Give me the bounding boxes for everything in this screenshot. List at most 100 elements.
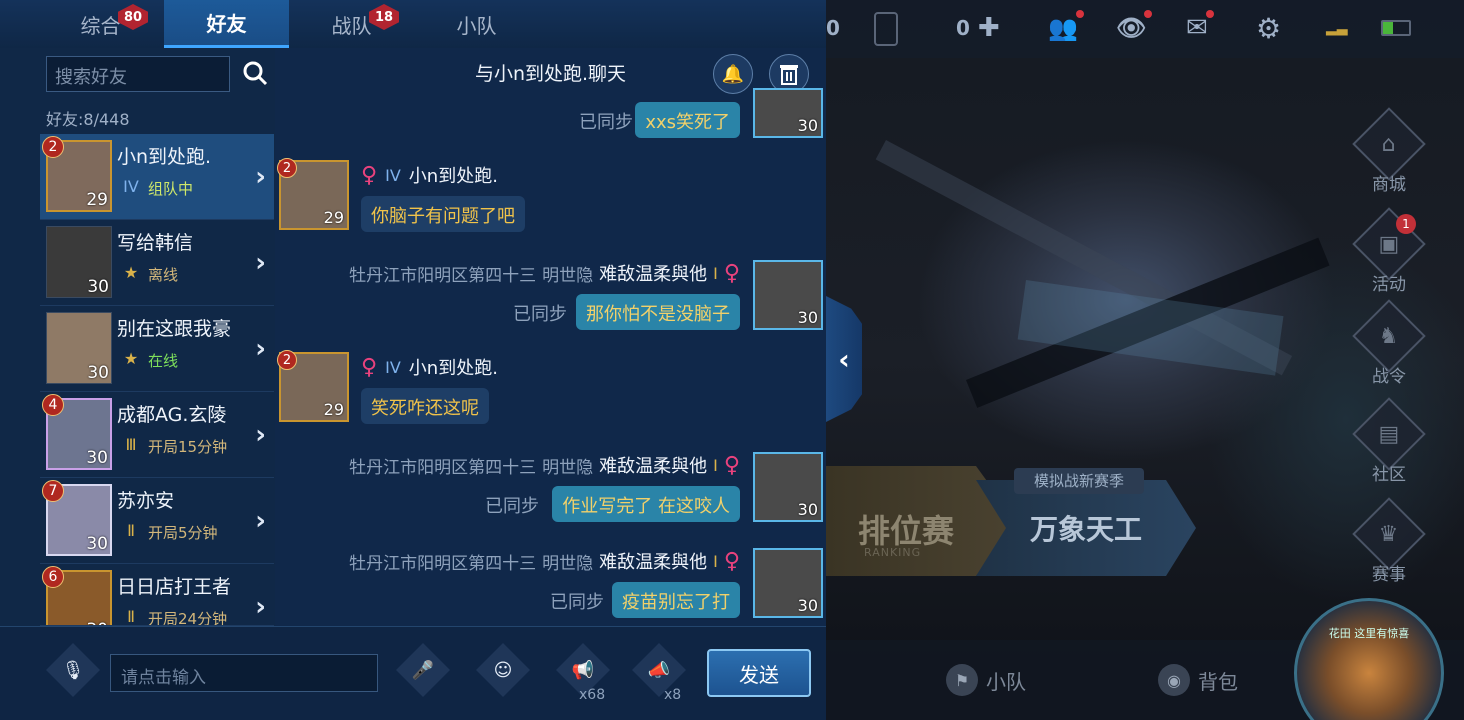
chat-input-bar: 🎙 请点击输入 🎤 ☺ 📢 x68 📣 x8 发送 bbox=[0, 626, 826, 720]
friend-item[interactable]: 30 别在这跟我豪 ★ 在线 › bbox=[40, 306, 274, 392]
voice-to-text-icon: 🎙 bbox=[61, 659, 85, 681]
side-shop-button[interactable]: ⌂ 商城 bbox=[1352, 107, 1426, 195]
trophy-icon: ♛ bbox=[1379, 521, 1399, 547]
side-tournament-button[interactable]: ♛ 赛事 bbox=[1352, 497, 1426, 585]
friend-count: 好友:8/448 bbox=[46, 110, 130, 129]
small-horn-count: x68 bbox=[579, 687, 606, 703]
chevron-right-icon[interactable]: › bbox=[255, 592, 266, 622]
flag-icon: ⚑ bbox=[946, 664, 978, 696]
tier-icon: IV bbox=[123, 176, 139, 196]
avatar: 7 30 bbox=[42, 480, 112, 556]
send-button[interactable]: 发送 bbox=[707, 649, 811, 697]
big-horn-count: x8 bbox=[664, 687, 682, 703]
search-button[interactable] bbox=[238, 56, 272, 90]
tab-bar: 综合 80 好友 战队 18 小队 bbox=[0, 0, 826, 48]
friend-list-column: 搜索好友 好友:8/448 2 29 小n到处跑. IV 组队中 › 30 写给韩… bbox=[0, 48, 275, 626]
avatar: 2 29 bbox=[277, 350, 349, 422]
avatar: 30 bbox=[753, 452, 823, 522]
chevron-right-icon[interactable]: › bbox=[255, 162, 266, 192]
coin-counter: 0 bbox=[826, 16, 840, 40]
synced-label: 已同步 bbox=[485, 496, 539, 517]
message-bubble: xxs笑死了 bbox=[635, 102, 740, 138]
gift-icon: ▣ bbox=[1378, 231, 1400, 257]
rank-star-icon: ★ bbox=[123, 348, 139, 368]
avatar: 30 bbox=[46, 226, 112, 298]
chevron-right-icon[interactable]: › bbox=[255, 248, 266, 278]
friend-item[interactable]: 7 30 苏亦安 Ⅱ 开局5分钟 › bbox=[40, 478, 274, 564]
tab-team[interactable]: 战队 18 bbox=[289, 0, 414, 48]
chevron-right-icon[interactable]: › bbox=[255, 420, 266, 450]
community-icon: ▤ bbox=[1378, 421, 1400, 447]
friend-status: 开局5分钟 bbox=[148, 524, 218, 542]
friend-item[interactable]: 630 日日店打王者 Ⅱ 开局24分钟 › bbox=[40, 564, 274, 626]
tier-icon: IV bbox=[385, 165, 401, 185]
squad-nav[interactable]: ⚑ 小队 bbox=[946, 664, 1026, 696]
female-icon: ♀ bbox=[723, 260, 740, 286]
friend-status: 组队中 bbox=[148, 180, 194, 198]
synced-label: 已同步 bbox=[513, 304, 567, 325]
friend-chat-panel: 综合 80 好友 战队 18 小队 搜索好友 好友:8/448 2 29 小n到处跑.… bbox=[0, 0, 826, 720]
new-season-tag: 模拟战新赛季 bbox=[1014, 468, 1144, 494]
friend-status: 开局24分钟 bbox=[148, 610, 228, 626]
side-activity-button[interactable]: ▣ 1 活动 bbox=[1352, 207, 1426, 295]
mute-notification-button[interactable]: 🔔 bbox=[713, 54, 753, 94]
tier-icon: Ⅲ bbox=[125, 434, 137, 454]
friend-status: 开局15分钟 bbox=[148, 438, 228, 456]
plus-icon[interactable]: ✚ bbox=[978, 13, 1000, 43]
backpack-nav[interactable]: ◉ 背包 bbox=[1158, 664, 1238, 696]
friend-item[interactable]: 4 30 成都AG.玄陵 Ⅲ 开局15分钟 › bbox=[40, 392, 274, 478]
avatar: 4 30 bbox=[42, 394, 112, 470]
female-icon: ♀ bbox=[723, 548, 740, 574]
friend-status: 离线 bbox=[148, 266, 179, 284]
wanxiang-mode-button[interactable]: 万象天工 bbox=[976, 480, 1196, 576]
shop-icon: ⌂ bbox=[1382, 131, 1396, 157]
chevron-right-icon[interactable]: › bbox=[255, 506, 266, 536]
side-pass-button[interactable]: ♞ 战令 bbox=[1352, 299, 1426, 387]
message-input[interactable]: 请点击输入 bbox=[110, 654, 378, 692]
pass-icon: ♞ bbox=[1379, 323, 1399, 349]
side-community-button[interactable]: ▤ 社区 bbox=[1352, 397, 1426, 485]
avatar: 30 bbox=[753, 88, 823, 138]
friend-item[interactable]: 2 29 小n到处跑. IV 组队中 › bbox=[40, 134, 274, 220]
sender-line: ♀ IV 小n到处跑. bbox=[361, 162, 498, 188]
diamond-counter[interactable]: 0 ✚ bbox=[956, 12, 1000, 44]
eye-icon[interactable]: 👁 bbox=[1116, 10, 1153, 44]
tier-icon: Ⅰ bbox=[713, 455, 718, 475]
chevron-right-icon[interactable]: › bbox=[255, 334, 266, 364]
emoji-button[interactable]: ☺ bbox=[476, 643, 530, 697]
voice-text-toggle-button[interactable]: 🎙 bbox=[46, 643, 100, 697]
tier-icon: Ⅰ bbox=[713, 263, 718, 283]
game-lobby-background: 0 0 ✚ 👥 👁 ✉ ⚙ ▂▃ ⌂ 商城 ▣ 1 活动 ♞ 战令 ▤ 社区 ♛ 赛事 排位赛… bbox=[826, 0, 1464, 720]
message-bubble: 你脑子有问题了吧 bbox=[361, 196, 525, 232]
voice-record-button[interactable]: 🎤 bbox=[396, 643, 450, 697]
tab-general[interactable]: 综合 80 bbox=[38, 0, 163, 48]
synced-label: 已同步 bbox=[579, 112, 633, 133]
avatar: 2 29 bbox=[42, 136, 112, 212]
female-icon: ♀ bbox=[723, 452, 740, 478]
gear-icon[interactable]: ⚙ bbox=[1256, 12, 1281, 45]
mail-icon[interactable]: ✉ bbox=[1186, 10, 1214, 44]
tab-friends[interactable]: 好友 bbox=[164, 0, 289, 48]
battery-icon bbox=[1381, 20, 1411, 36]
hero-avatar-button[interactable]: 花田 这里有惊喜 bbox=[1294, 598, 1444, 720]
avatar: 30 bbox=[753, 548, 823, 618]
search-input[interactable]: 搜索好友 bbox=[46, 56, 230, 92]
smiley-icon: ☺ bbox=[493, 659, 513, 681]
chevron-left-icon: ‹ bbox=[838, 342, 850, 376]
tier-icon: IV bbox=[385, 357, 401, 377]
team-badge: 18 bbox=[369, 4, 399, 30]
horn-icon: 📢 bbox=[571, 659, 595, 681]
friends-icon[interactable]: 👥 bbox=[1048, 10, 1084, 44]
card-icon[interactable] bbox=[874, 12, 898, 46]
avatar: 30 bbox=[46, 312, 112, 384]
friend-item[interactable]: 30 写给韩信 ★ 离线 › bbox=[40, 220, 274, 306]
female-icon: ♀ bbox=[361, 354, 378, 380]
tab-squad[interactable]: 小队 bbox=[414, 0, 539, 48]
signal-icon: ▂▃ bbox=[1326, 20, 1348, 36]
tier-icon: Ⅰ bbox=[713, 551, 718, 571]
friend-status: 在线 bbox=[148, 352, 179, 370]
bell-icon: 🔔 bbox=[721, 63, 745, 85]
tier-icon: Ⅱ bbox=[127, 520, 135, 540]
sender-line: ♀ IV 小n到处跑. bbox=[361, 354, 498, 380]
activity-badge: 1 bbox=[1396, 214, 1416, 234]
